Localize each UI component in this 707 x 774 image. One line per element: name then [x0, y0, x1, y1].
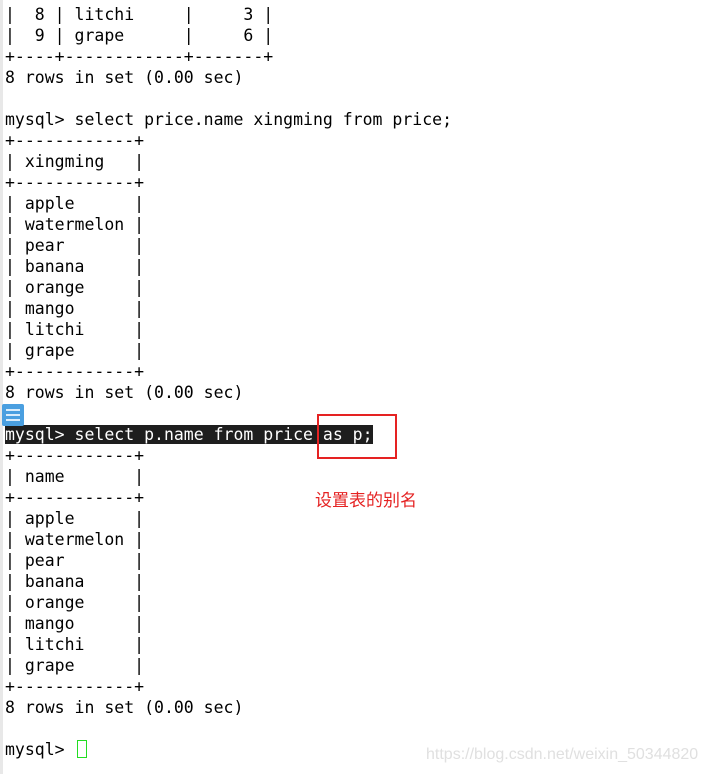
line-text: | grape | [5, 656, 145, 675]
output-line: | pear | [5, 550, 452, 571]
watermark: https://blog.csdn.net/weixin_50344820 [426, 746, 699, 763]
cursor[interactable] [76, 740, 87, 758]
output-line: | xingming | [5, 151, 452, 172]
output-line: | apple | [5, 193, 452, 214]
output-line: | grape | [5, 340, 452, 361]
output-line: +------------+ [5, 172, 452, 193]
line-text: | 8 | litchi | 3 | [5, 5, 274, 24]
output-line: | watermelon | [5, 529, 452, 550]
line-text: | mango | [5, 299, 145, 318]
line-text: +------------+ [5, 488, 145, 507]
line-text: | watermelon | [5, 530, 145, 549]
line-text: | banana | [5, 257, 145, 276]
line-text: mysql> select price.name xingming from p… [5, 110, 453, 129]
output-line: +------------+ [5, 361, 452, 382]
line-text: 8 rows in set (0.00 sec) [5, 383, 244, 402]
line-text: | apple | [5, 509, 145, 528]
line-text: 8 rows in set (0.00 sec) [5, 698, 244, 717]
line-text: | xingming | [5, 152, 145, 171]
line-text: | banana | [5, 572, 145, 591]
line-text: 8 rows in set (0.00 sec) [5, 68, 244, 87]
line-text: | watermelon | [5, 215, 145, 234]
line-text: | apple | [5, 194, 145, 213]
annotation-note: 设置表的别名 [315, 491, 417, 511]
output-line: | apple | [5, 508, 452, 529]
output-line: | 9 | grape | 6 | [5, 25, 452, 46]
line-text: +------------+ [5, 131, 145, 150]
line-text: | orange | [5, 278, 145, 297]
command-line: mysql> [5, 739, 452, 760]
menu-icon[interactable] [2, 404, 24, 426]
line-text: +----+------------+-------+ [5, 47, 274, 66]
output-line: | mango | [5, 613, 452, 634]
output-line: | 8 | litchi | 3 | [5, 4, 452, 25]
output-line: | banana | [5, 571, 452, 592]
output-line: | name | [5, 466, 452, 487]
line-text: | grape | [5, 341, 145, 360]
output-line: | pear | [5, 235, 452, 256]
line-text: | name | [5, 467, 145, 486]
line-text: | mango | [5, 614, 145, 633]
annotation-highlight-box [317, 414, 397, 459]
output-line: 8 rows in set (0.00 sec) [5, 697, 452, 718]
line-text: mysql> [5, 740, 75, 759]
output-line: +------------+ [5, 130, 452, 151]
line-text: +------------+ [5, 362, 145, 381]
output-line: +------------+ [5, 676, 452, 697]
line-text: +------------+ [5, 446, 145, 465]
line-text: | litchi | [5, 320, 145, 339]
line-text: +------------+ [5, 677, 145, 696]
output-line: | litchi | [5, 319, 452, 340]
window-edge [0, 0, 3, 774]
terminal-output[interactable]: | 8 | litchi | 3 | | 9 | grape | 6 | +----… [5, 4, 452, 760]
line-text: | litchi | [5, 635, 145, 654]
output-line: +----+------------+-------+ [5, 46, 452, 67]
output-line: | orange | [5, 277, 452, 298]
output-line: | watermelon | [5, 214, 452, 235]
output-line: | litchi | [5, 634, 452, 655]
output-line: | mango | [5, 298, 452, 319]
line-text: +------------+ [5, 173, 145, 192]
line-text: | pear | [5, 236, 145, 255]
command-line: mysql> select price.name xingming from p… [5, 109, 452, 130]
line-text: | 9 | grape | 6 | [5, 26, 274, 45]
output-line: | orange | [5, 592, 452, 613]
output-line: | banana | [5, 256, 452, 277]
output-line: 8 rows in set (0.00 sec) [5, 382, 452, 403]
line-text: | pear | [5, 551, 145, 570]
output-line: | grape | [5, 655, 452, 676]
output-line: 8 rows in set (0.00 sec) [5, 67, 452, 88]
line-text: | orange | [5, 593, 145, 612]
